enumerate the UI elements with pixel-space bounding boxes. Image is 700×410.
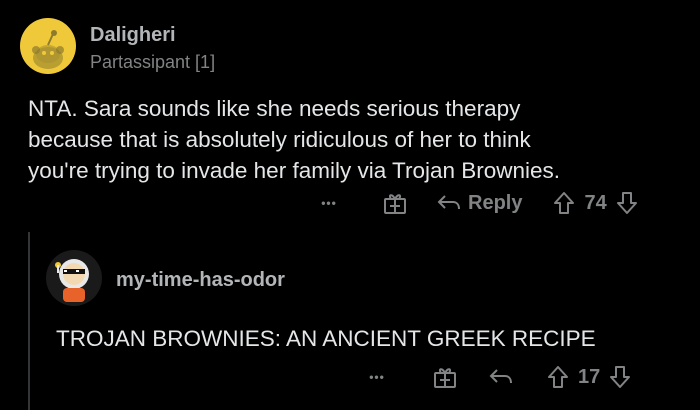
comment-author[interactable]: my-time-has-odor — [116, 269, 285, 292]
avatar[interactable] — [46, 250, 102, 306]
comment-body-line: because that is absolutely ridiculous of… — [28, 127, 531, 152]
downvote-icon[interactable] — [615, 190, 639, 216]
avatar[interactable] — [20, 18, 76, 74]
snoo-avatar-icon — [32, 30, 64, 69]
thread-line[interactable] — [28, 232, 30, 410]
gift-award-icon[interactable] — [382, 190, 408, 216]
more-options-button[interactable]: ••• — [364, 370, 390, 384]
gift-award-icon[interactable] — [432, 364, 458, 390]
reply-button[interactable]: Reply — [436, 192, 522, 215]
comment-body: NTA. Sara sounds like she needs serious … — [28, 93, 688, 186]
reply-button[interactable] — [488, 366, 514, 388]
comment-body-line: you're trying to invade her family via T… — [28, 158, 561, 183]
reply-arrow-icon — [489, 369, 512, 384]
vote-count: 74 — [584, 191, 607, 214]
reply-arrow-icon — [436, 192, 462, 214]
astronaut-avatar-icon — [55, 259, 89, 302]
more-options-button[interactable]: ••• — [316, 196, 342, 210]
downvote-icon[interactable] — [608, 364, 632, 390]
upvote-icon[interactable] — [552, 190, 576, 216]
upvote-icon[interactable] — [546, 364, 570, 390]
comment-actions: ••• Reply 74 — [316, 188, 639, 218]
comment-body-line: NTA. Sara sounds like she needs serious … — [28, 96, 521, 121]
user-flair: Partassipant [1] — [90, 52, 216, 72]
comment-actions: ••• 17 — [364, 362, 632, 392]
reply-label: Reply — [468, 191, 523, 214]
comment-body: TROJAN BROWNIES: AN ANCIENT GREEK RECIPE — [56, 326, 596, 351]
vote-count: 17 — [578, 365, 601, 388]
comment-author[interactable]: Daligheri — [90, 24, 176, 47]
